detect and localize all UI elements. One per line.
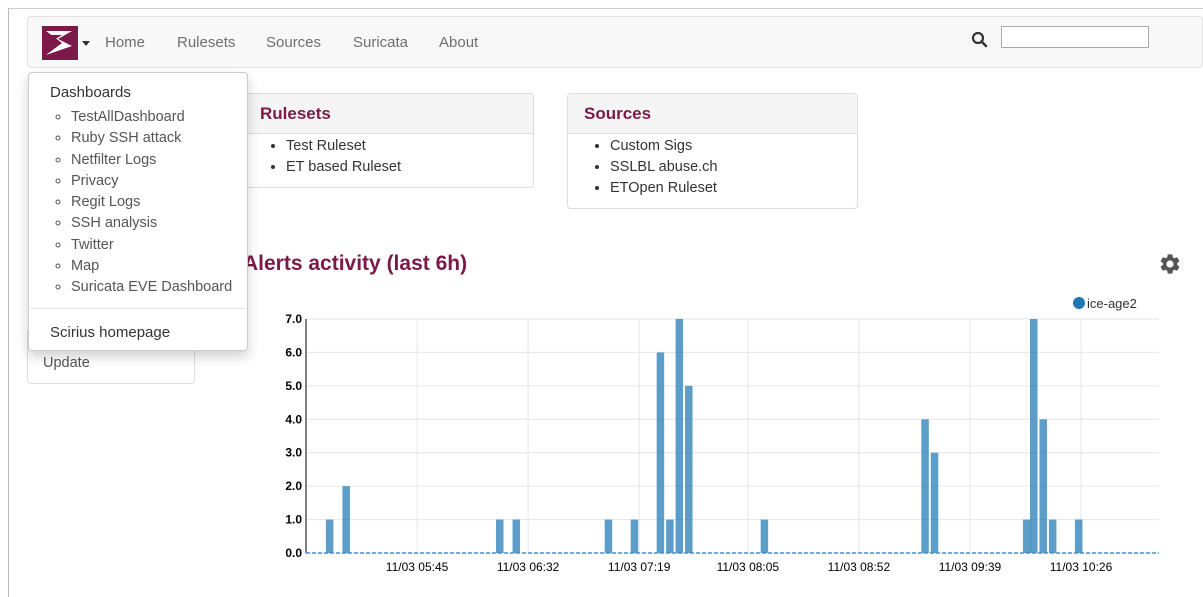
gear-icon[interactable] — [1158, 252, 1182, 276]
data-bar[interactable] — [1022, 519, 1031, 553]
data-bar[interactable] — [1074, 519, 1083, 553]
sources-panel: Sources Custom Sigs SSLBL abuse.ch ETOpe… — [567, 93, 858, 209]
search-input[interactable] — [1001, 26, 1149, 48]
y-tick-label: 0.0 — [285, 546, 302, 560]
scirius-homepage-link[interactable]: Scirius homepage — [50, 324, 170, 341]
chevron-down-icon[interactable] — [82, 41, 90, 46]
data-bar[interactable] — [921, 419, 929, 553]
y-tick-label: 6.0 — [285, 345, 302, 359]
nav-home[interactable]: Home — [105, 34, 145, 51]
nav-sources[interactable]: Sources — [266, 34, 321, 51]
window-frame-top — [8, 8, 1203, 9]
data-bar[interactable] — [656, 352, 665, 553]
data-bar[interactable] — [342, 486, 350, 553]
dashboard-item[interactable]: Regit Logs — [71, 192, 232, 213]
ruleset-item[interactable]: ET based Ruleset — [286, 157, 533, 178]
dashboards-list: TestAllDashboard Ruby SSH attack Netfilt… — [29, 107, 232, 299]
y-tick-label: 3.0 — [285, 446, 302, 460]
data-bar[interactable] — [604, 519, 613, 553]
x-tick-label: 11/03 08:52 — [828, 560, 891, 574]
source-item[interactable]: ETOpen Ruleset — [610, 178, 857, 199]
ruleset-item[interactable]: Test Ruleset — [286, 136, 533, 157]
dashboard-item[interactable]: Twitter — [71, 235, 232, 256]
data-bar[interactable] — [512, 519, 521, 553]
nav-rulesets[interactable]: Rulesets — [177, 34, 235, 51]
dropdown-divider — [30, 308, 246, 309]
dropdown-header: Dashboards — [50, 84, 131, 101]
dashboard-item[interactable]: Suricata EVE Dashboard — [71, 277, 232, 298]
nav-suricata[interactable]: Suricata — [353, 34, 408, 51]
chart-title: Alerts activity (last 6h) — [243, 252, 468, 275]
rulesets-panel: Rulesets Test Ruleset ET based Ruleset — [243, 93, 534, 188]
dashboard-item[interactable]: TestAllDashboard — [71, 107, 232, 128]
x-tick-label: 11/03 10:26 — [1050, 560, 1113, 574]
scirius-logo-icon[interactable] — [42, 26, 78, 60]
y-tick-label: 2.0 — [285, 479, 302, 493]
rulesets-panel-title[interactable]: Rulesets — [244, 94, 533, 134]
x-tick-label: 11/03 06:32 — [497, 560, 560, 574]
y-tick-label: 4.0 — [285, 412, 302, 426]
data-bar[interactable] — [1030, 319, 1038, 553]
data-bar[interactable] — [675, 319, 684, 553]
data-bar[interactable] — [496, 519, 504, 553]
source-item[interactable]: Custom Sigs — [610, 136, 857, 157]
y-tick-label: 5.0 — [285, 379, 302, 393]
x-tick-label: 11/03 07:19 — [608, 560, 671, 574]
sources-list: Custom Sigs SSLBL abuse.ch ETOpen Rulese… — [568, 136, 857, 199]
x-tick-label: 11/03 05:45 — [386, 560, 449, 574]
x-tick-label: 11/03 09:39 — [939, 560, 1002, 574]
data-bar[interactable] — [930, 452, 939, 553]
nav-about[interactable]: About — [439, 34, 478, 51]
dashboard-item[interactable]: Map — [71, 256, 232, 277]
data-bar[interactable] — [666, 519, 674, 553]
x-tick-label: 11/03 08:05 — [717, 560, 780, 574]
y-tick-label: 7.0 — [285, 312, 302, 326]
y-tick-label: 1.0 — [285, 513, 302, 527]
data-bar[interactable] — [685, 385, 693, 553]
data-bar[interactable] — [760, 519, 769, 553]
data-bar[interactable] — [630, 519, 639, 553]
alerts-activity-chart: 0.0 1.0 2.0 3.0 4.0 5.0 6.0 7.0 11/03 05:45 11/03… — [285, 312, 1159, 574]
update-button[interactable]: Update — [43, 355, 90, 371]
dashboard-item[interactable]: Ruby SSH attack — [71, 128, 232, 149]
data-bar[interactable] — [1039, 419, 1047, 553]
sources-panel-title[interactable]: Sources — [568, 94, 857, 134]
data-bar[interactable] — [325, 519, 334, 553]
rulesets-list: Test Ruleset ET based Ruleset — [244, 136, 533, 178]
dashboard-item[interactable]: Netfilter Logs — [71, 150, 232, 171]
data-bar[interactable] — [1048, 519, 1057, 553]
search-icon[interactable] — [971, 31, 989, 49]
dashboards-dropdown-menu: Dashboards TestAllDashboard Ruby SSH att… — [28, 72, 248, 351]
navbar: Home Rulesets Sources Suricata About — [27, 16, 1203, 68]
source-item[interactable]: SSLBL abuse.ch — [610, 157, 857, 178]
dashboard-item[interactable]: Privacy — [71, 171, 232, 192]
dashboard-item[interactable]: SSH analysis — [71, 213, 232, 234]
window-frame-left — [8, 8, 9, 597]
